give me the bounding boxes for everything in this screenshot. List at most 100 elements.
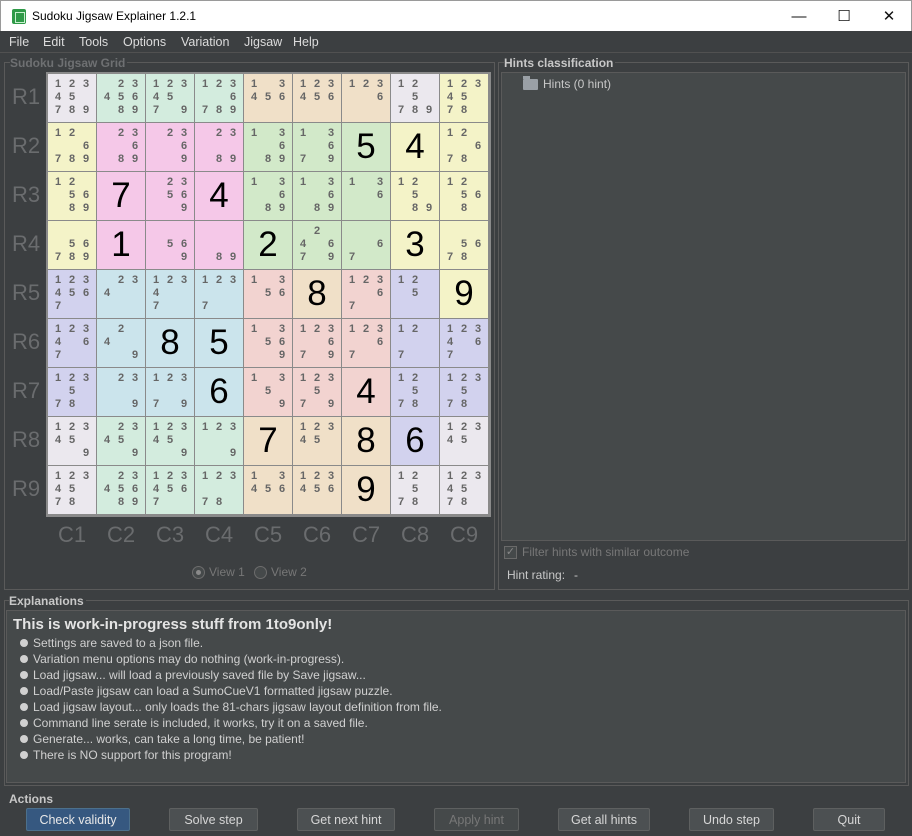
solve-step-button[interactable]: Solve step (169, 808, 258, 831)
grid-cell[interactable]: 23689 (97, 123, 145, 171)
grid-cell[interactable]: 12568 (440, 172, 488, 220)
grid-cell[interactable]: 123 4 6 7 (48, 319, 96, 367)
grid-cell[interactable]: 123 7 9 (146, 368, 194, 416)
grid-cell[interactable]: 1 3569 (244, 319, 292, 367)
grid-cell[interactable]: 1236 7 (342, 319, 390, 367)
grid-cell[interactable]: 24 6 7 9 (293, 221, 341, 269)
grid-cell[interactable]: 123 4 6 7 (440, 319, 488, 367)
grid-cell[interactable]: 569 (146, 221, 194, 269)
grid-cell[interactable]: 123 459 (146, 417, 194, 465)
view1-radio[interactable]: View 1 (192, 565, 245, 579)
grid-cell[interactable]: 12357 9 (293, 368, 341, 416)
grid-cell[interactable]: 2 (244, 221, 292, 269)
grid-cell[interactable]: 123 78 (195, 466, 243, 514)
menu-variation[interactable]: Variation (181, 35, 229, 49)
apply-hint-button[interactable]: Apply hint (434, 808, 519, 831)
grid-cell[interactable]: 123 456 7 (146, 466, 194, 514)
grid-cell[interactable]: 1236 7 (342, 270, 390, 318)
grid-cell[interactable]: 23 459 (97, 417, 145, 465)
close-button[interactable]: ✕ (866, 1, 912, 31)
grid-cell[interactable]: 6 (195, 368, 243, 416)
grid-cell[interactable]: 23569 (146, 172, 194, 220)
menu-options[interactable]: Options (123, 35, 166, 49)
grid-cell[interactable]: 9 (440, 270, 488, 318)
view2-radio[interactable]: View 2 (254, 565, 307, 579)
grid-cell[interactable]: 1 359 (244, 368, 292, 416)
grid-cell[interactable]: 56 78 (440, 221, 488, 269)
grid-cell[interactable]: 125 (391, 270, 439, 318)
grid-cell[interactable]: 1 3689 (293, 172, 341, 220)
grid-cell[interactable]: 2369 (146, 123, 194, 171)
menu-file[interactable]: File (9, 35, 29, 49)
grid-cell[interactable]: 123 4578 (440, 466, 488, 514)
grid-cell[interactable]: 1 356 (244, 270, 292, 318)
grid-cell[interactable]: 8 (146, 319, 194, 367)
grid-cell[interactable]: 67 (342, 221, 390, 269)
grid-cell[interactable]: 123 4578 (440, 74, 488, 122)
grid-cell[interactable]: 123 47 (146, 270, 194, 318)
grid-cell[interactable]: 123 456 7 (48, 270, 96, 318)
grid-cell[interactable]: 123 9 (195, 417, 243, 465)
grid-cell[interactable]: 12 7 (391, 319, 439, 367)
sudoku-board[interactable]: 1234578923456891234579123678913456123456… (46, 72, 491, 517)
grid-cell[interactable]: 1 36 7 9 (293, 123, 341, 171)
grid-cell[interactable]: 1 3 456 (244, 74, 292, 122)
grid-cell[interactable]: 123 4578 (48, 466, 96, 514)
grid-cell[interactable]: 126 78 (440, 123, 488, 171)
grid-cell[interactable]: 123 45 (293, 417, 341, 465)
grid-cell[interactable]: 8 (342, 417, 390, 465)
get-all-hints-button[interactable]: Get all hints (558, 808, 650, 831)
grid-cell[interactable]: 23 45689 (97, 466, 145, 514)
check-validity-button[interactable]: Check validity (26, 808, 130, 831)
grid-cell[interactable]: 1236 789 (195, 74, 243, 122)
minimize-button[interactable]: — (776, 1, 822, 31)
grid-cell[interactable]: 6 (391, 417, 439, 465)
filter-similar-checkbox[interactable]: ✓ Filter hints with similar outcome (504, 545, 689, 559)
grid-cell[interactable]: 23 45689 (97, 74, 145, 122)
grid-cell[interactable]: 4 (195, 172, 243, 220)
grid-cell[interactable]: 123 45 (440, 417, 488, 465)
menu-jigsaw[interactable]: Jigsaw (244, 35, 282, 49)
grid-cell[interactable]: 126 789 (48, 123, 96, 171)
grid-cell[interactable]: 5 (195, 319, 243, 367)
grid-cell[interactable]: 8 (293, 270, 341, 318)
grid-cell[interactable]: 4 (391, 123, 439, 171)
hints-tree[interactable] (501, 72, 906, 541)
menu-edit[interactable]: Edit (43, 35, 65, 49)
grid-cell[interactable]: 1236 (342, 74, 390, 122)
grid-cell[interactable]: 123 459 (48, 417, 96, 465)
grid-cell[interactable]: 7 (97, 172, 145, 220)
quit-button[interactable]: Quit (813, 808, 885, 831)
grid-cell[interactable]: 7 (244, 417, 292, 465)
undo-step-button[interactable]: Undo step (689, 808, 774, 831)
grid-cell[interactable]: 123 456 (293, 74, 341, 122)
grid-cell[interactable]: 1236 7 9 (293, 319, 341, 367)
grid-cell[interactable]: 1 3689 (244, 172, 292, 220)
grid-cell[interactable]: 123 457 9 (146, 74, 194, 122)
grid-cell[interactable]: 23 4 (97, 270, 145, 318)
grid-cell[interactable]: 125789 (391, 74, 439, 122)
grid-cell[interactable]: 9 (342, 466, 390, 514)
grid-cell[interactable]: 1 3689 (244, 123, 292, 171)
grid-cell[interactable]: 12578 (391, 368, 439, 416)
grid-cell[interactable]: 3 (391, 221, 439, 269)
grid-cell[interactable]: 1 (97, 221, 145, 269)
menu-help[interactable]: Help (293, 35, 319, 49)
grid-cell[interactable]: 12589 (391, 172, 439, 220)
grid-cell[interactable]: 125689 (48, 172, 96, 220)
grid-cell[interactable]: 123 456 (293, 466, 341, 514)
grid-cell[interactable]: 123578 (48, 368, 96, 416)
menu-tools[interactable]: Tools (79, 35, 108, 49)
maximize-button[interactable]: ☐ (821, 1, 867, 31)
grid-cell[interactable]: 123578 (440, 368, 488, 416)
grid-cell[interactable]: 4 (342, 368, 390, 416)
grid-cell[interactable]: 1 3 456 (244, 466, 292, 514)
grid-cell[interactable]: 24 9 (97, 319, 145, 367)
hints-tree-root[interactable]: Hints (0 hint) (523, 75, 611, 91)
grid-cell[interactable]: 23 9 (97, 368, 145, 416)
grid-cell[interactable]: 123 7 (195, 270, 243, 318)
grid-cell[interactable]: 1 36 (342, 172, 390, 220)
grid-cell[interactable]: 23 89 (195, 123, 243, 171)
grid-cell[interactable]: 5 (342, 123, 390, 171)
grid-cell[interactable]: 56 789 (48, 221, 96, 269)
